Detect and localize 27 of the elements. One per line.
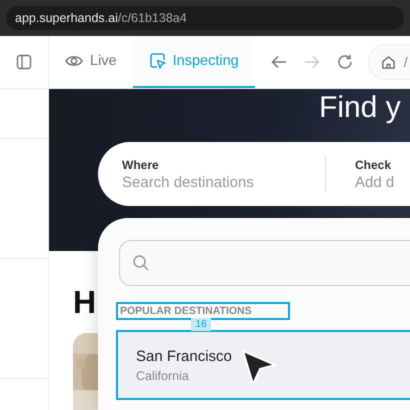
search-icon [132, 254, 150, 272]
search-bar[interactable]: Where Search destinations Check Add d [98, 142, 410, 206]
url-host: app.superhands.ai [15, 11, 118, 25]
section-label: POPULAR DESTINATIONS [116, 302, 290, 320]
eye-icon [65, 54, 83, 68]
spacing-badge: 16 [191, 318, 211, 331]
destination-region: California [136, 369, 190, 383]
breadcrumb-bar[interactable]: / [368, 44, 410, 80]
url-path: /c/61b138a4 [118, 11, 187, 25]
pointer-cursor-icon [241, 349, 277, 387]
destination-item[interactable]: San Francisco California [116, 330, 410, 400]
address-bar[interactable]: app.superhands.ai/c/61b138a4 [6, 6, 404, 30]
field-label: Check [355, 158, 392, 172]
section-heading: H [73, 285, 96, 319]
field-placeholder[interactable]: Search destinations [122, 174, 325, 190]
hero-heading: Find y [319, 91, 401, 125]
home-icon [380, 54, 396, 70]
back-icon[interactable] [270, 55, 287, 69]
field-placeholder[interactable]: Add d [355, 174, 394, 190]
breadcrumb-separator: / [404, 54, 408, 70]
reload-icon[interactable] [336, 54, 353, 70]
destination-name: San Francisco [136, 348, 233, 365]
sidebar-toggle-icon[interactable] [16, 54, 32, 70]
search-field[interactable] [119, 240, 410, 286]
field-label: Where [122, 158, 160, 172]
inspect-icon [150, 53, 166, 69]
tab[interactable]: Live [49, 36, 133, 88]
